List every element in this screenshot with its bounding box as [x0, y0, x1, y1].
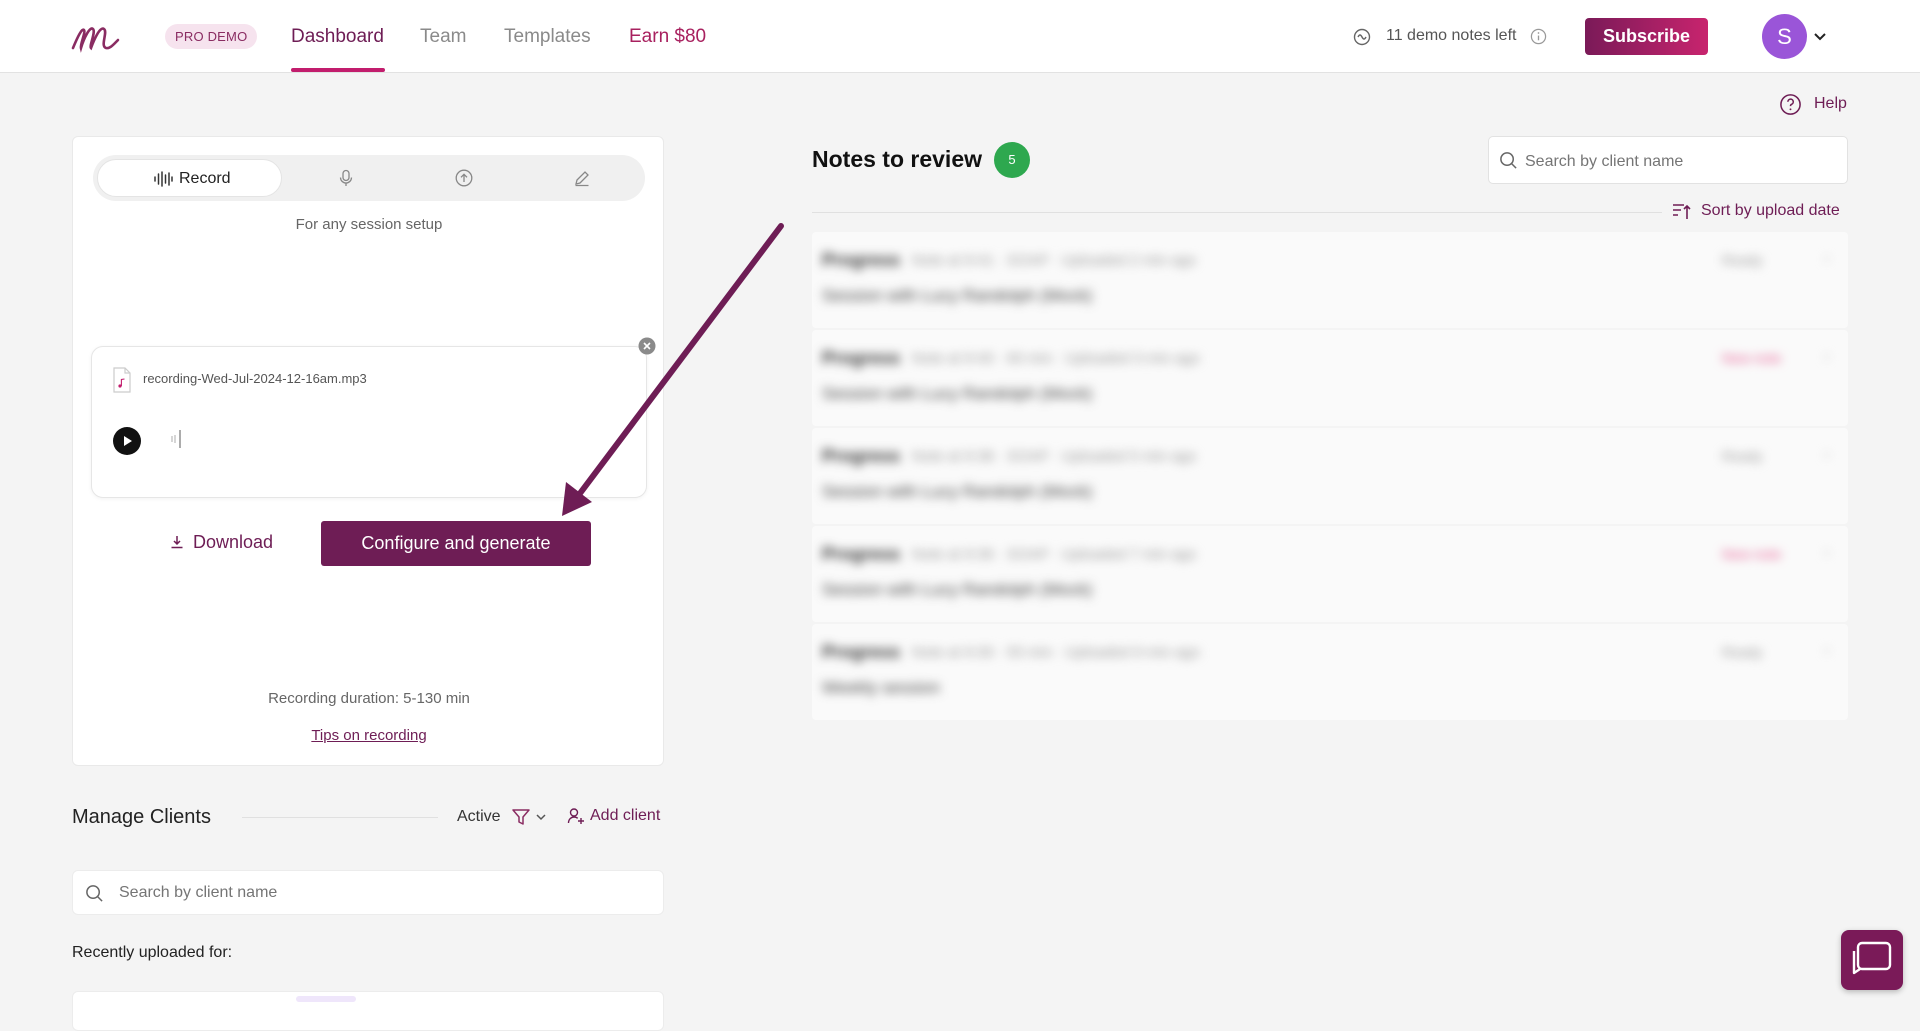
note-meta: Note at 9:41 · SOAP · Uploaded 2 min ago [912, 252, 1197, 269]
note-row[interactable]: Progress Note at 9:30 · 55 min · Uploade… [812, 624, 1848, 720]
sort-button[interactable]: Sort by upload date [1672, 202, 1840, 220]
note-title: Progress [822, 642, 901, 662]
note-meta: Note at 9:40 · 60 min · Uploaded 3 min a… [912, 350, 1200, 367]
info-icon[interactable] [1530, 28, 1547, 45]
note-title: Progress [822, 250, 901, 270]
note-row[interactable]: Progress Note at 9:36 · SOAP · Uploaded … [812, 526, 1848, 622]
filter-active-label[interactable]: Active [457, 808, 501, 826]
audio-waveform[interactable] [170, 429, 182, 449]
chat-widget-button[interactable] [1841, 930, 1903, 990]
audio-file-icon [113, 367, 131, 393]
chat-icon [1852, 941, 1892, 975]
sort-icon [1673, 203, 1691, 219]
demo-notes-icon [1353, 28, 1371, 46]
configure-and-generate-button[interactable]: Configure and generate [321, 521, 591, 566]
note-row[interactable]: Progress Note at 9:38 · SOAP · Uploaded … [812, 428, 1848, 524]
notes-list: Progress Note at 9:41 · SOAP · Uploaded … [812, 232, 1848, 722]
logo-icon[interactable] [70, 18, 122, 54]
note-title: Progress [822, 348, 901, 368]
mode-record-label: Record [179, 170, 231, 187]
download-icon [171, 536, 183, 549]
note-meta: Note at 9:38 · SOAP · Uploaded 5 min ago [912, 448, 1197, 465]
top-bar: PRO DEMO Dashboard Team Templates Earn $… [0, 0, 1920, 73]
note-title: Progress [822, 544, 901, 564]
note-status: New note [1722, 546, 1782, 562]
microphone-icon[interactable] [337, 169, 355, 187]
subscribe-button[interactable]: Subscribe [1585, 18, 1708, 55]
recently-uploaded-label: Recently uploaded for: [72, 944, 233, 961]
note-status: Ready [1722, 448, 1763, 464]
recent-client-card[interactable] [72, 991, 664, 1031]
pencil-icon[interactable] [573, 169, 591, 187]
mode-selector: Record [93, 155, 645, 201]
help-icon[interactable] [1779, 93, 1802, 116]
download-button[interactable]: Download [169, 522, 273, 562]
setup-hint: For any session setup [295, 216, 443, 233]
chevron-right-icon: › [1824, 446, 1830, 463]
upload-icon[interactable] [455, 169, 473, 187]
note-client: Session with Lucy Randolph (Mock) [822, 580, 1093, 599]
tab-earn[interactable]: Earn $80 [629, 26, 706, 48]
recorder-panel: Record For any session setup recording-W… [72, 136, 664, 766]
download-label: Download [193, 531, 274, 552]
note-status: New note [1722, 350, 1782, 366]
help-link[interactable]: Help [1814, 95, 1847, 113]
notes-search-input[interactable] [1523, 146, 1837, 178]
note-row[interactable]: Progress Note at 9:41 · SOAP · Uploaded … [812, 232, 1848, 328]
chevron-right-icon: › [1824, 348, 1830, 365]
active-tab-indicator [291, 68, 385, 72]
tab-dashboard[interactable]: Dashboard [291, 26, 384, 48]
recent-client-chip [296, 996, 356, 1002]
add-client-button[interactable]: Add client [567, 807, 660, 825]
note-client: Session with Lucy Randolph (Mock) [822, 384, 1093, 403]
divider [242, 817, 438, 818]
search-icon [1500, 152, 1517, 169]
client-search-box [72, 870, 664, 915]
recording-duration: Recording duration: 5-130 min [268, 690, 470, 707]
add-user-icon [567, 808, 584, 824]
note-client: Session with Lucy Randolph (Mock) [822, 286, 1093, 305]
file-name: recording-Wed-Jul-2024-12-16am.mp3 [143, 371, 367, 386]
chevron-right-icon: › [1824, 642, 1830, 659]
note-meta: Note at 9:30 · 55 min · Uploaded 9 min a… [912, 644, 1200, 661]
play-icon[interactable] [113, 427, 141, 455]
chevron-down-icon[interactable] [1812, 28, 1828, 44]
note-status: Ready [1722, 644, 1763, 660]
notes-to-review-title: Notes to review [812, 146, 982, 172]
note-client: Session with Lucy Randolph (Mock) [822, 482, 1093, 501]
chevron-down-icon[interactable] [535, 811, 547, 823]
mode-record[interactable]: Record [97, 159, 282, 197]
filter-icon[interactable] [511, 807, 531, 827]
tips-on-recording-link[interactable]: Tips on recording [73, 727, 665, 744]
manage-clients-title: Manage Clients [72, 806, 211, 828]
chevron-right-icon: › [1824, 250, 1830, 267]
tab-templates[interactable]: Templates [504, 26, 591, 48]
note-row[interactable]: Progress Note at 9:40 · 60 min · Uploade… [812, 330, 1848, 426]
note-title: Progress [822, 446, 901, 466]
sort-label: Sort by upload date [1701, 202, 1840, 219]
search-icon [86, 885, 103, 902]
waveform-icon [154, 171, 173, 187]
note-client: Weekly session [822, 678, 940, 697]
chevron-right-icon: › [1824, 544, 1830, 561]
recording-file-card: recording-Wed-Jul-2024-12-16am.mp3 [91, 346, 647, 498]
avatar[interactable]: S [1762, 14, 1807, 59]
close-icon[interactable] [638, 337, 656, 355]
notes-search-box [1488, 136, 1848, 184]
note-meta: Note at 9:36 · SOAP · Uploaded 7 min ago [912, 546, 1197, 563]
demo-notes-left: 11 demo notes left [1386, 27, 1517, 44]
tab-team[interactable]: Team [420, 26, 466, 48]
divider [812, 212, 1662, 213]
pro-demo-badge: PRO DEMO [165, 24, 258, 49]
notes-count-badge: 5 [994, 142, 1030, 178]
note-status: Ready [1722, 252, 1763, 268]
client-search-input[interactable] [117, 877, 641, 909]
add-client-label: Add client [590, 807, 661, 824]
